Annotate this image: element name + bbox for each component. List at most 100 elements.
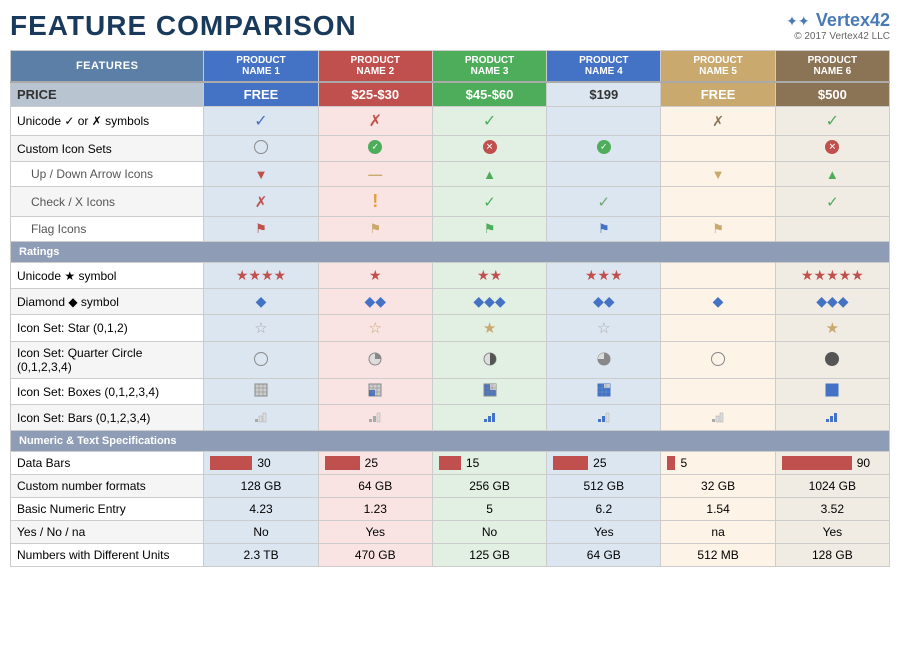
cell-p3	[432, 405, 546, 431]
cell-p5: ✗	[661, 107, 775, 136]
table-row: Data Bars 30 25 15	[11, 452, 890, 475]
cell-p1: 128 GB	[204, 475, 318, 498]
diamond-icon: ◆	[256, 293, 267, 309]
row-label: Icon Set: Quarter Circle (0,1,2,3,4)	[11, 342, 204, 379]
cell-p3: 15	[432, 452, 546, 475]
cross-icon: ✗	[712, 113, 724, 129]
bar-value: 30	[257, 456, 270, 470]
cell-p6: ✓	[775, 107, 889, 136]
price-row: PRICE FREE $25-$30 $45-$60 $199 FREE $50…	[11, 82, 890, 107]
row-label: Icon Set: Bars (0,1,2,3,4)	[11, 405, 204, 431]
cell-p3: ⚑	[432, 217, 546, 242]
table-row: Yes / No / na No Yes No Yes na Yes	[11, 521, 890, 544]
cell-p1: ◆	[204, 289, 318, 315]
arrow-down-icon: ▼	[255, 167, 268, 182]
star-full-icon: ★	[483, 320, 496, 337]
bar-value: 15	[466, 456, 479, 470]
cell-p3: ★★	[432, 263, 546, 289]
logo-icon: ✦✦	[786, 13, 809, 30]
star-full-icon: ★	[826, 320, 839, 337]
cell-p1	[204, 342, 318, 379]
cell-p6: ★	[775, 315, 889, 342]
header-area: FEATURE COMPARISON ✦✦ Vertex42 © 2017 Ve…	[10, 10, 890, 42]
row-label: Unicode ✓ or ✗ symbols	[11, 107, 204, 136]
logo-tagline: © 2017 Vertex42 LLC	[786, 31, 890, 42]
check-icon: ✓	[483, 194, 496, 211]
data-bar-container: 25	[553, 456, 654, 470]
cell-p6: ◆◆◆	[775, 289, 889, 315]
arrow-up-icon: ▲	[483, 167, 496, 182]
cell-p4: ⚑	[547, 217, 661, 242]
cell-p1: ✓	[204, 107, 318, 136]
p3-header: PRODUCTNAME 3	[432, 51, 546, 83]
cell-p4: Yes	[547, 521, 661, 544]
cell-p3: 5	[432, 498, 546, 521]
data-bar	[210, 456, 252, 470]
box-icon	[368, 383, 382, 397]
data-bar-container: 5	[667, 456, 768, 470]
star-icon: ★★★★★	[801, 267, 864, 283]
table-row: Numbers with Different Units 2.3 TB 470 …	[11, 544, 890, 567]
star-outline-icon: ☆	[254, 320, 267, 337]
cell-p6: Yes	[775, 521, 889, 544]
table-row: Icon Set: Bars (0,1,2,3,4)	[11, 405, 890, 431]
cell-p1	[204, 405, 318, 431]
diamond-icon: ◆◆	[365, 293, 387, 309]
price-p5: FREE	[661, 82, 775, 107]
data-bar	[325, 456, 360, 470]
cell-p6: 128 GB	[775, 544, 889, 567]
cell-p3: No	[432, 521, 546, 544]
cell-p3: ▲	[432, 162, 546, 187]
features-header: FEATURES	[11, 51, 204, 83]
price-p6: $500	[775, 82, 889, 107]
cell-p5: 5	[661, 452, 775, 475]
cell-p6: ★★★★★	[775, 263, 889, 289]
price-p4: $199	[547, 82, 661, 107]
bars-icon	[825, 409, 839, 423]
cell-p6	[775, 342, 889, 379]
cell-p2: 470 GB	[318, 544, 432, 567]
page-title: FEATURE COMPARISON	[10, 10, 357, 42]
section-label: Numeric & Text Specifications	[11, 431, 890, 452]
star-icon: ★	[369, 267, 382, 283]
row-label: Custom number formats	[11, 475, 204, 498]
cell-p1: 4.23	[204, 498, 318, 521]
cell-p2	[318, 342, 432, 379]
data-bar-container: 30	[210, 456, 311, 470]
table-row: Unicode ★ symbol ★★★★ ★ ★★ ★★★ ★★★★★	[11, 263, 890, 289]
box-icon	[483, 383, 497, 397]
dash-icon: —	[368, 166, 382, 182]
cell-p2: ⚑	[318, 217, 432, 242]
cell-p5: ⚑	[661, 217, 775, 242]
table-row: Custom Icon Sets	[11, 136, 890, 162]
row-label: Custom Icon Sets	[11, 136, 204, 162]
cell-p2: —	[318, 162, 432, 187]
row-label: Flag Icons	[11, 217, 204, 242]
p2-header: PRODUCTNAME 2	[318, 51, 432, 83]
price-p3: $45-$60	[432, 82, 546, 107]
quarter-circle-icon	[368, 352, 382, 366]
row-label: Data Bars	[11, 452, 204, 475]
p1-header: PRODUCTNAME 1	[204, 51, 318, 83]
cell-p4: ☆	[547, 315, 661, 342]
quarter-circle-icon	[711, 352, 725, 366]
cell-p1	[204, 136, 318, 162]
bar-value: 90	[857, 456, 870, 470]
logo-area: ✦✦ Vertex42 © 2017 Vertex42 LLC	[786, 10, 890, 42]
data-bar-container: 90	[782, 456, 883, 470]
data-bar-container: 15	[439, 456, 540, 470]
flag-icon: ⚑	[255, 221, 267, 236]
cell-p2	[318, 136, 432, 162]
table-row: Icon Set: Quarter Circle (0,1,2,3,4)	[11, 342, 890, 379]
row-label: Basic Numeric Entry	[11, 498, 204, 521]
cell-p5	[661, 342, 775, 379]
row-label: Check / X Icons	[11, 187, 204, 217]
cell-p3	[432, 379, 546, 405]
section-header-ratings: Ratings	[11, 242, 890, 263]
bars-icon	[254, 409, 268, 423]
price-p1: FREE	[204, 82, 318, 107]
bar-value: 5	[680, 456, 687, 470]
box-icon	[254, 383, 268, 397]
circle-red-icon	[825, 140, 839, 154]
quarter-circle-icon	[483, 352, 497, 366]
